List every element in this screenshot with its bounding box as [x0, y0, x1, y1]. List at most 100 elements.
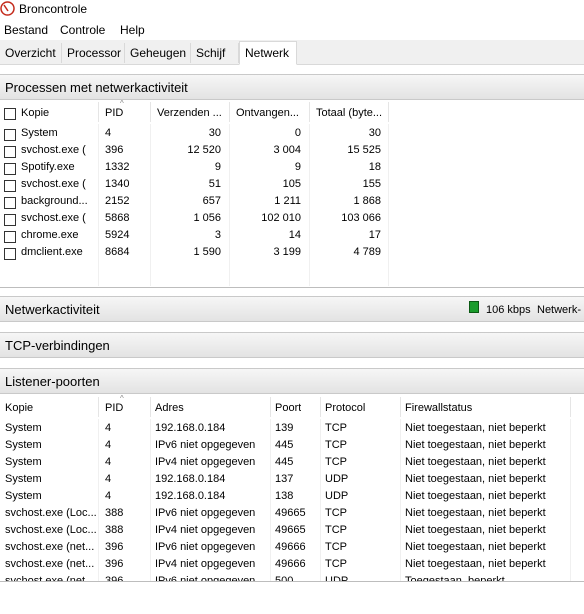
- col-totaal[interactable]: Totaal (byte...: [316, 107, 386, 119]
- network-activity-section-header[interactable]: Netwerkactiviteit 106 kbps Netwerk-: [0, 296, 584, 322]
- process-cell[interactable]: svchost.exe (: [21, 178, 97, 190]
- process-cell[interactable]: svchost.exe (: [21, 212, 97, 224]
- listener-cell: IPv4 niet opgegeven: [155, 558, 256, 570]
- listener-cell: 4: [105, 490, 112, 502]
- listener-cell: TCP: [325, 456, 347, 468]
- menu-controle[interactable]: Controle: [60, 23, 105, 37]
- listener-row[interactable]: System 4 192.168.0.184 139 TCP Niet toegestaa…: [0, 422, 584, 439]
- column-guide: [150, 124, 151, 286]
- listener-cell: svchost.exe (Loc...: [5, 507, 97, 519]
- activity-indicator-icon: [469, 301, 479, 313]
- col-listener-pid[interactable]: PID: [105, 402, 123, 414]
- listener-cell: Niet toegestaan, niet beperkt: [405, 558, 546, 570]
- process-cell: 5924: [105, 229, 130, 241]
- col-kopie[interactable]: Kopie: [21, 107, 49, 119]
- process-cell: 4: [105, 127, 112, 139]
- listener-cell: Niet toegestaan, niet beperkt: [405, 456, 546, 468]
- listener-cell: 388: [105, 524, 124, 536]
- listener-cell: Niet toegestaan, niet beperkt: [405, 507, 546, 519]
- col-listener-adres[interactable]: Adres: [155, 402, 184, 414]
- process-row-checkbox[interactable]: [4, 248, 16, 260]
- listener-row[interactable]: System 4 IPv6 niet opgegeven 445 TCP Niet toe…: [0, 439, 584, 456]
- process-cell: 0: [294, 127, 301, 139]
- listener-row[interactable]: System 4 192.168.0.184 138 UDP Niet toegestaa…: [0, 490, 584, 507]
- process-cell: 1 868: [353, 195, 381, 207]
- listeners-section-header[interactable]: Listener-poorten: [0, 368, 584, 394]
- listener-cell: System: [5, 490, 42, 502]
- process-cell: 51: [208, 178, 221, 190]
- process-cell: 30: [368, 127, 381, 139]
- column-guide: [98, 124, 99, 286]
- process-cell: 4 789: [353, 246, 381, 258]
- tab-geheugen[interactable]: Geheugen: [125, 43, 191, 63]
- listener-row[interactable]: svchost.exe (Loc... 388 IPv6 niet opgegeve…: [0, 507, 584, 524]
- listener-cell: Niet toegestaan, niet beperkt: [405, 524, 546, 536]
- listener-cell: svchost.exe (Loc...: [5, 524, 97, 536]
- col-listener-poort[interactable]: Poort: [275, 402, 301, 414]
- tcp-section-header[interactable]: TCP-verbindingen: [0, 332, 584, 358]
- process-cell[interactable]: Spotify.exe: [21, 161, 97, 173]
- tab-processor[interactable]: Processor: [62, 43, 125, 63]
- tab-schijf[interactable]: Schijf: [191, 43, 239, 63]
- process-row-checkbox[interactable]: [4, 146, 16, 158]
- window-title: Broncontrole: [19, 2, 88, 16]
- process-row-checkbox[interactable]: [4, 214, 16, 226]
- process-cell: 155: [362, 178, 381, 190]
- menu-bar: Bestand Controle Help: [0, 21, 584, 39]
- process-row-checkbox[interactable]: [4, 129, 16, 141]
- col-listener-protocol[interactable]: Protocol: [325, 402, 365, 414]
- col-verzenden[interactable]: Verzenden ...: [157, 107, 227, 119]
- listener-cell: System: [5, 439, 42, 451]
- processes-table-header: Kopie ^ PID Verzenden ... Ontvangen... T…: [0, 99, 584, 124]
- column-separator: [309, 102, 310, 122]
- listener-cell: TCP: [325, 541, 347, 553]
- listener-cell: 49665: [275, 507, 306, 519]
- listener-row[interactable]: svchost.exe (net... 396 IPv4 niet opgegeve…: [0, 558, 584, 575]
- col-pid[interactable]: PID: [105, 107, 123, 119]
- tab-overzicht[interactable]: Overzicht: [0, 43, 62, 63]
- process-cell[interactable]: dmclient.exe: [21, 246, 97, 258]
- process-cell: 5868: [105, 212, 130, 224]
- menu-help[interactable]: Help: [120, 23, 145, 37]
- listener-cell: svchost.exe (net...: [5, 541, 95, 553]
- process-cell: 15 525: [347, 144, 381, 156]
- col-listener-kopie[interactable]: Kopie: [5, 402, 33, 414]
- column-guide: [229, 124, 230, 286]
- tab-netwerk[interactable]: Netwerk: [239, 41, 297, 65]
- tab-strip: Overzicht Processor Geheugen Schijf Netw…: [0, 40, 584, 65]
- listener-cell: 137: [275, 473, 294, 485]
- process-cell: 30: [208, 127, 221, 139]
- process-cell: 2152: [105, 195, 130, 207]
- process-row-checkbox[interactable]: [4, 163, 16, 175]
- listener-row[interactable]: svchost.exe (net... 396 IPv6 niet opgegeve…: [0, 541, 584, 558]
- process-cell[interactable]: background...: [21, 195, 97, 207]
- process-row-checkbox[interactable]: [4, 197, 16, 209]
- process-cell[interactable]: svchost.exe (: [21, 144, 97, 156]
- menu-bestand[interactable]: Bestand: [4, 23, 48, 37]
- process-cell[interactable]: System: [21, 127, 97, 139]
- app-icon: [0, 1, 15, 16]
- listener-cell: TCP: [325, 524, 347, 536]
- process-cell: 14: [288, 229, 301, 241]
- column-separator: [570, 397, 571, 417]
- listener-row[interactable]: System 4 IPv4 niet opgegeven 445 TCP Niet toe…: [0, 456, 584, 473]
- listener-cell: Niet toegestaan, niet beperkt: [405, 490, 546, 502]
- table-bottom-border: [0, 287, 584, 288]
- listener-cell: 445: [275, 456, 294, 468]
- listener-row[interactable]: System 4 192.168.0.184 137 UDP Niet toegestaa…: [0, 473, 584, 490]
- select-all-checkbox[interactable]: [4, 108, 16, 120]
- column-separator: [320, 397, 321, 417]
- listener-cell: 4: [105, 456, 112, 468]
- process-row-checkbox[interactable]: [4, 180, 16, 192]
- listener-row[interactable]: svchost.exe (Loc... 388 IPv4 niet opgegeve…: [0, 524, 584, 541]
- column-separator: [150, 397, 151, 417]
- process-row-checkbox[interactable]: [4, 231, 16, 243]
- listeners-table-body: System 4 192.168.0.184 139 TCP Niet toegestaa…: [0, 419, 584, 581]
- listener-cell: TCP: [325, 507, 347, 519]
- process-cell: 396: [105, 144, 124, 156]
- process-cell[interactable]: chrome.exe: [21, 229, 97, 241]
- processes-section-header[interactable]: Processen met netwerkactiviteit: [0, 74, 584, 100]
- listener-cell: TCP: [325, 422, 347, 434]
- col-ontvangen[interactable]: Ontvangen...: [236, 107, 308, 119]
- col-listener-firewall[interactable]: Firewallstatus: [405, 402, 472, 414]
